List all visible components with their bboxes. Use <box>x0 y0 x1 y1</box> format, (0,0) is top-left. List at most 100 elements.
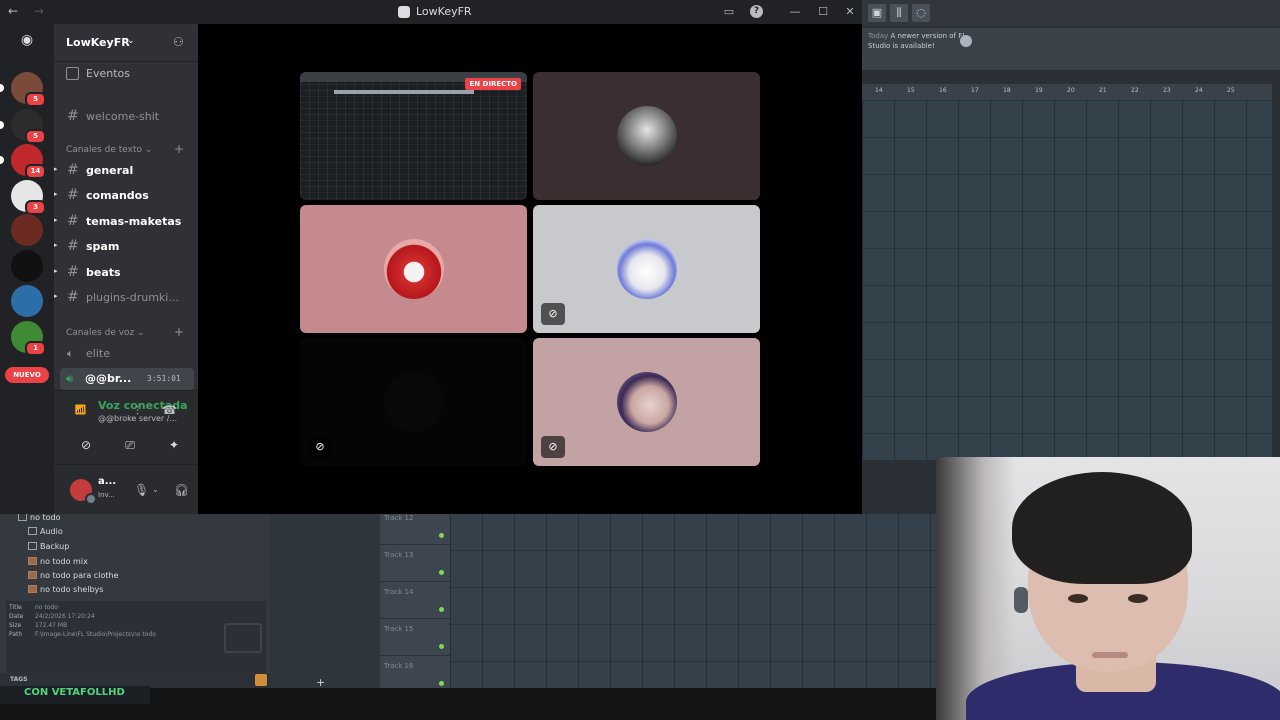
ruler-number: 15 <box>907 87 915 94</box>
camera-off-icon[interactable]: ⊘ <box>72 433 100 457</box>
video-grid: EN DIRECTO ⊘ ⊘ ⊘ <box>198 24 862 514</box>
channel-name: beats <box>86 265 121 279</box>
browser-file[interactable]: no todo shelbys <box>28 585 298 600</box>
server-icon[interactable]: 1 <box>11 321 46 356</box>
folder-icon <box>28 542 37 550</box>
add-voice-channel-icon[interactable]: + <box>174 325 184 339</box>
microphone-icon[interactable]: 🎙︎ <box>134 480 149 500</box>
active-voice-channel[interactable]: 🔊︎ @@br... 3:51:01 <box>60 368 194 390</box>
headphones-icon[interactable]: 🎧︎ <box>174 480 189 500</box>
track-row[interactable]: Track 15 <box>380 619 450 656</box>
search-icon[interactable] <box>255 674 267 686</box>
participant-tile[interactable] <box>533 72 760 200</box>
screen-share-tile[interactable]: EN DIRECTO <box>300 72 527 200</box>
mixer-icon[interactable]: ⫼ <box>890 4 908 22</box>
person-hair <box>1012 472 1192 584</box>
browser-folder[interactable]: Audio <box>28 527 298 542</box>
server-icon[interactable]: 3 <box>11 180 46 215</box>
project-file-icon <box>28 585 37 593</box>
forward-arrow-icon[interactable]: → <box>34 4 50 18</box>
app-logo-icon <box>398 6 410 18</box>
meta-key: Title <box>9 604 22 611</box>
participant-tile[interactable]: ⊘ <box>533 205 760 333</box>
expand-arrow-icon: ▸ <box>54 292 58 300</box>
server-icon[interactable] <box>11 214 43 246</box>
back-arrow-icon[interactable]: ← <box>8 4 24 18</box>
server-rail: ◉ 5 5 14 3 1 NUEVO <box>0 24 54 514</box>
noise-suppression-icon[interactable]: ⫶ <box>136 404 139 419</box>
close-button[interactable]: ✕ <box>843 5 857 19</box>
mention-badge: 1 <box>25 341 46 356</box>
file-meta-row: Path F:\Image-Line\FL Studio\Projects\no … <box>9 631 156 638</box>
add-user-icon[interactable]: ⚇ <box>173 35 187 49</box>
category-voice-channels[interactable]: Canales de voz ⌄ <box>66 328 145 338</box>
track-led[interactable] <box>439 681 444 686</box>
maximize-button[interactable]: ☐ <box>816 5 830 19</box>
track-row[interactable]: Track 14 <box>380 582 450 619</box>
activities-icon[interactable]: ✦ <box>160 433 188 457</box>
server-header[interactable]: LowKeyFR ⌄ ⚇ <box>54 24 198 62</box>
new-badge[interactable]: NUEVO <box>5 367 49 383</box>
track-led[interactable] <box>439 607 444 612</box>
server-name: LowKeyFR <box>66 36 130 49</box>
calendar-icon <box>66 67 79 80</box>
participant-tile[interactable]: ⊘ <box>300 338 527 466</box>
playlist-grid[interactable] <box>862 100 1272 460</box>
channel-item[interactable]: ▸ # spam <box>54 235 198 259</box>
chat-icon[interactable]: ◌ <box>912 4 930 22</box>
username[interactable]: a... <box>98 476 116 487</box>
file-meta-row: Size 172.47 MB <box>9 622 67 629</box>
server-icon[interactable]: 5 <box>0 109 46 144</box>
meta-value: 24/2/2026 17:20:24 <box>35 613 95 620</box>
playlist-grid-lower[interactable] <box>450 513 940 688</box>
server-icon[interactable]: 14 <box>0 144 46 179</box>
timeline-ruler[interactable]: 14 15 16 17 18 19 20 21 22 23 24 25 <box>862 84 1272 100</box>
project-file-icon <box>28 557 37 565</box>
save-icon[interactable]: ▣ <box>868 4 886 22</box>
channel-item[interactable]: ▸ # temas-maketas <box>54 210 198 234</box>
hash-icon: # <box>67 187 79 204</box>
fl-toolbar: ▣ ⫼ ◌ <box>860 0 1280 26</box>
browser-folder[interactable]: Backup <box>28 542 298 557</box>
track-label: Track 15 <box>384 625 414 633</box>
category-text-channels[interactable]: Canales de texto ⌄ <box>66 145 152 155</box>
signal-icon[interactable]: 📶︎ <box>74 405 87 416</box>
server-icon[interactable] <box>11 285 43 317</box>
expand-arrow-icon: ▸ <box>54 215 58 224</box>
track-led[interactable] <box>439 644 444 649</box>
participant-tile[interactable]: ⊘ <box>533 338 760 466</box>
track-led[interactable] <box>439 533 444 538</box>
discord-logo-icon[interactable]: ◉ <box>11 27 43 53</box>
help-icon[interactable]: ? <box>750 5 763 18</box>
screen-share-icon[interactable]: ⎚ <box>116 433 144 457</box>
inbox-icon[interactable]: ▭ <box>722 5 736 19</box>
channel-name: comandos <box>86 189 149 203</box>
track-row[interactable]: Track 13 <box>380 545 450 582</box>
expand-arrow-icon: ▸ <box>54 266 58 275</box>
add-channel-icon[interactable]: + <box>174 142 184 156</box>
voice-channel-elite[interactable]: 🔈︎ elite <box>54 342 198 366</box>
browser-file[interactable]: no todo mix <box>28 557 298 572</box>
chevron-down-icon[interactable]: ⌄ <box>152 480 159 500</box>
disconnect-icon[interactable]: ☎ <box>162 403 177 417</box>
channel-welcome[interactable]: # welcome-shit <box>54 105 198 129</box>
channel-item[interactable]: ▸ # plugins-drumki... <box>54 286 198 310</box>
participant-tile[interactable] <box>300 205 527 333</box>
channel-item[interactable]: ▸ # general <box>54 159 198 183</box>
channel-item[interactable]: ▸ # beats <box>54 261 198 285</box>
events-item[interactable]: Eventos <box>54 62 198 86</box>
browser-root[interactable]: no todo <box>18 513 288 528</box>
folder-icon <box>18 513 27 521</box>
channel-item[interactable]: ▸ # comandos <box>54 184 198 208</box>
hash-icon: # <box>67 108 79 124</box>
server-icon[interactable] <box>11 250 43 282</box>
update-notice[interactable]: Today A newer version of FL Studio is av… <box>862 28 1280 56</box>
unread-pill <box>0 156 4 164</box>
folder-icon <box>224 623 262 653</box>
minimize-button[interactable]: — <box>788 5 802 19</box>
hash-icon: # <box>67 263 79 280</box>
server-icon[interactable]: 5 <box>0 72 46 107</box>
camera-off-icon: ⊘ <box>541 303 565 325</box>
track-led[interactable] <box>439 570 444 575</box>
browser-file[interactable]: no todo para clothe <box>28 571 298 586</box>
